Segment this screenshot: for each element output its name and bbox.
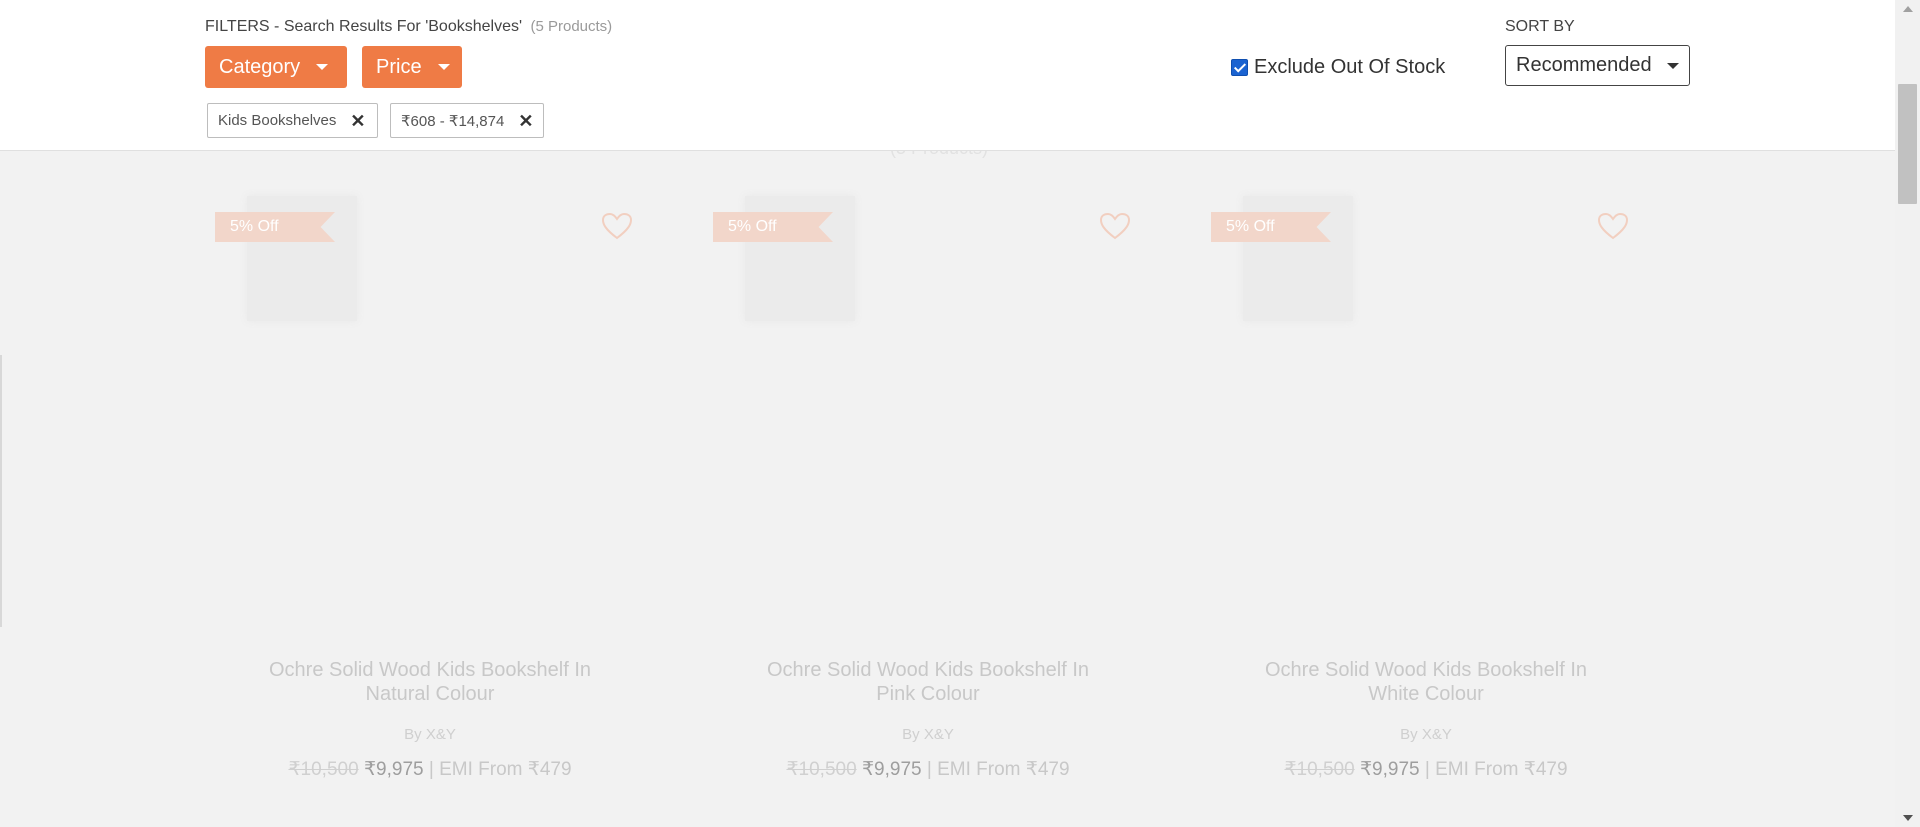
product-mrp: ₹10,500 <box>1284 759 1355 780</box>
close-icon[interactable]: ✕ <box>350 112 365 130</box>
scroll-up-arrow-icon[interactable] <box>1903 6 1913 12</box>
product-price-row: ₹10,500 ₹9,975 | EMI From ₹479 <box>703 758 1153 781</box>
exclude-out-of-stock-label: Exclude Out Of Stock <box>1254 56 1446 78</box>
heart-outline-icon[interactable] <box>601 212 633 240</box>
filter-bar: FILTERS - Search Results For 'Bookshelve… <box>0 0 1895 151</box>
product-card[interactable]: 5% Off Ochre Solid Wood Kids Bookshelf I… <box>205 196 655 796</box>
price-filter-label: Price <box>376 55 422 78</box>
product-emi: | EMI From ₹479 <box>428 759 572 780</box>
exclude-out-of-stock-checkbox[interactable] <box>1231 59 1248 76</box>
product-card[interactable]: 5% Off Ochre Solid Wood Kids Bookshelf I… <box>703 196 1153 796</box>
product-image[interactable] <box>225 196 645 626</box>
product-emi: | EMI From ₹479 <box>1424 759 1568 780</box>
active-filter-chip: Kids Bookshelves ✕ <box>207 103 378 138</box>
product-mrp: ₹10,500 <box>288 759 359 780</box>
caret-down-icon <box>1667 62 1679 69</box>
scrollbar-thumb[interactable] <box>1898 84 1917 204</box>
active-filter-chip: ₹608 - ₹14,874 ✕ <box>390 103 544 138</box>
product-price-row: ₹10,500 ₹9,975 | EMI From ₹479 <box>205 758 655 781</box>
side-panel-edge <box>0 355 2 627</box>
filter-heading: FILTERS - Search Results For 'Bookshelve… <box>205 18 612 36</box>
discount-badge: 5% Off <box>1211 212 1331 242</box>
filter-heading-text: FILTERS - Search Results For 'Bookshelve… <box>205 18 523 35</box>
caret-down-icon <box>437 64 450 70</box>
scroll-down-arrow-icon[interactable] <box>1903 815 1913 821</box>
price-filter-button[interactable]: Price <box>362 46 462 88</box>
product-price: ₹9,975 <box>1359 759 1420 780</box>
product-emi: | EMI From ₹479 <box>926 759 1070 780</box>
product-price: ₹9,975 <box>861 759 922 780</box>
sort-selected-value: Recommended <box>1516 54 1652 76</box>
heart-outline-icon[interactable] <box>1597 212 1629 240</box>
exclude-out-of-stock-toggle[interactable]: Exclude Out Of Stock <box>1231 56 1445 79</box>
product-price-row: ₹10,500 ₹9,975 | EMI From ₹479 <box>1201 758 1651 781</box>
product-image[interactable] <box>1221 196 1641 626</box>
heart-outline-icon[interactable] <box>1099 212 1131 240</box>
result-count: (5 Products) <box>530 18 613 35</box>
product-brand: By X&Y <box>404 726 456 743</box>
page-scrollbar[interactable] <box>1895 0 1920 827</box>
sort-by-label: SORT BY <box>1505 18 1575 35</box>
product-title[interactable]: Ochre Solid Wood Kids Bookshelf In Pink … <box>703 658 1153 706</box>
product-image[interactable] <box>723 196 1143 626</box>
product-title[interactable]: Ochre Solid Wood Kids Bookshelf In Natur… <box>205 658 655 706</box>
caret-down-icon <box>316 64 329 70</box>
discount-badge: 5% Off <box>215 212 335 242</box>
sort-select[interactable]: Recommended <box>1505 45 1690 86</box>
product-title[interactable]: Ochre Solid Wood Kids Bookshelf In White… <box>1201 658 1651 706</box>
product-brand: By X&Y <box>1400 726 1452 743</box>
close-icon[interactable]: ✕ <box>518 112 533 130</box>
chip-label: Kids Bookshelves <box>218 112 337 129</box>
product-brand: By X&Y <box>902 726 954 743</box>
product-price: ₹9,975 <box>363 759 424 780</box>
chip-label: ₹608 - ₹14,874 <box>401 112 505 130</box>
category-filter-button[interactable]: Category <box>205 46 347 88</box>
discount-badge: 5% Off <box>713 212 833 242</box>
product-mrp: ₹10,500 <box>786 759 857 780</box>
category-filter-label: Category <box>219 55 301 78</box>
product-card[interactable]: 5% Off Ochre Solid Wood Kids Bookshelf I… <box>1201 196 1651 796</box>
